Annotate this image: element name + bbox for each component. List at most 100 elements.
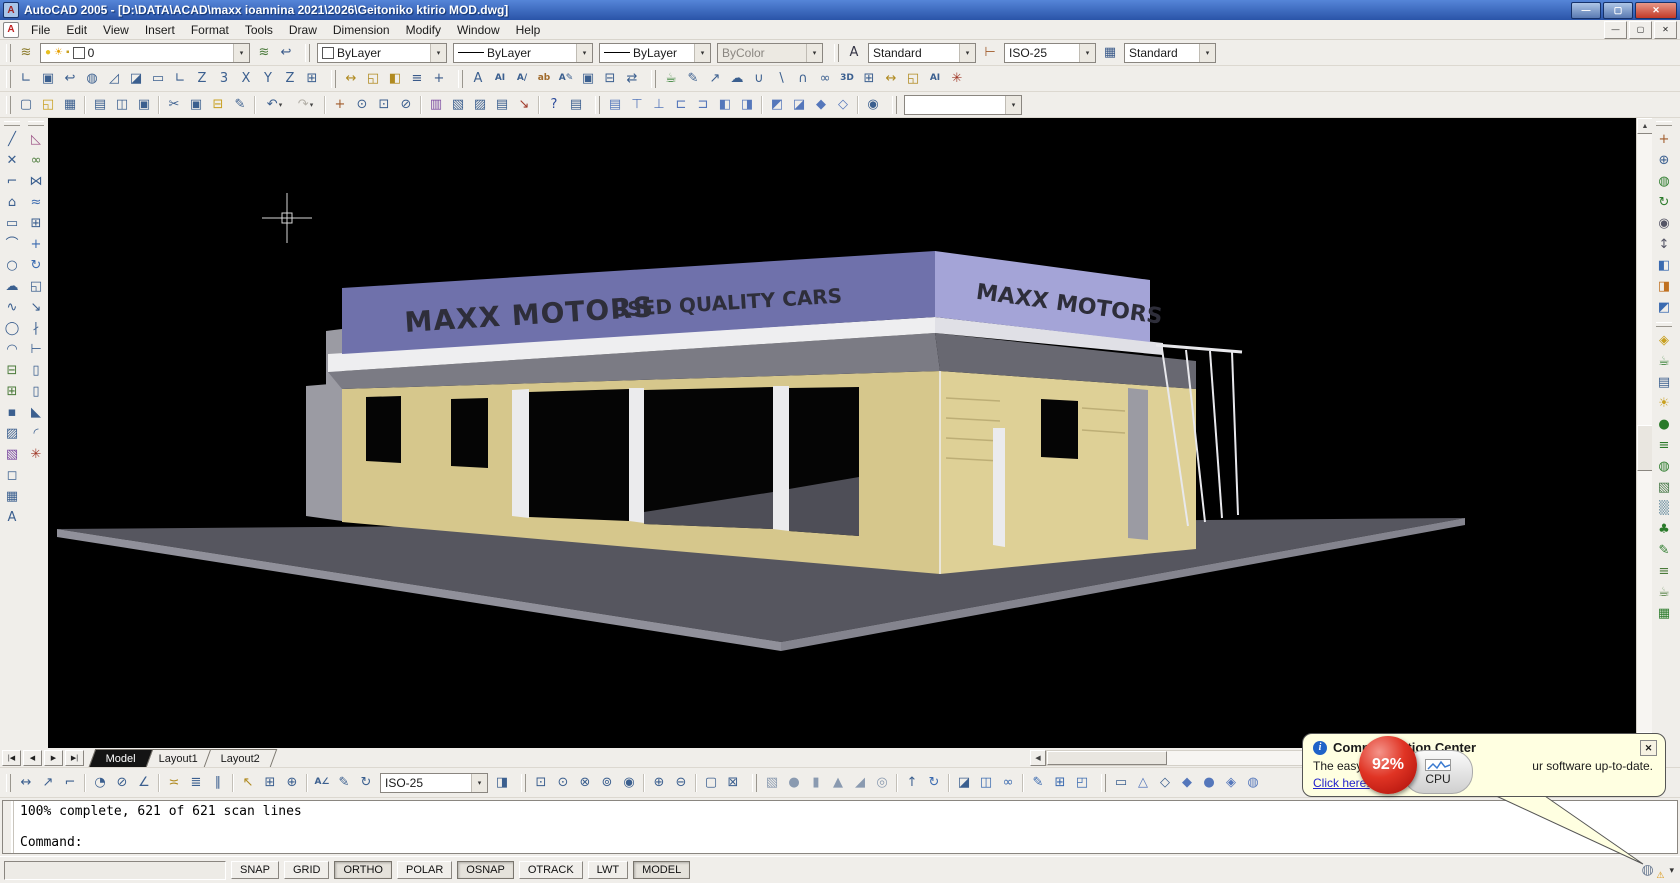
right-view-icon[interactable]: ⊐ (692, 95, 714, 115)
dim-style-manager-icon[interactable]: ⊢ (979, 43, 1001, 63)
explode-2-icon[interactable]: ✳ (25, 444, 47, 465)
named-views-icon[interactable]: ▤ (604, 95, 626, 115)
command-window-grip[interactable] (3, 801, 14, 853)
region-icon[interactable]: ◻ (1, 465, 23, 486)
publish-icon[interactable]: ▣ (133, 95, 155, 115)
vertical-scroll-thumb[interactable] (1637, 425, 1653, 471)
break-icon[interactable]: ▯ (25, 381, 47, 402)
explode-icon[interactable]: ✳ (946, 69, 968, 89)
materials-icon[interactable]: ● (1653, 414, 1675, 435)
tray-caret-icon[interactable]: ▾ (1669, 865, 1674, 876)
toolbar-grip[interactable] (28, 121, 44, 126)
status-toggle-lwt[interactable]: LWT (588, 861, 628, 879)
materials-library-icon[interactable]: ≡ (1653, 435, 1675, 456)
render-icon[interactable]: ☕ (1653, 351, 1675, 372)
revolve-icon[interactable]: ↻ (923, 773, 945, 793)
box-icon[interactable]: ▧ (761, 773, 783, 793)
make-block-icon[interactable]: ⊞ (1, 381, 23, 402)
3d-adjust-clip-planes-icon[interactable]: ◧ (1653, 255, 1675, 276)
toolbar-grip[interactable] (331, 70, 336, 88)
zoom-previous-icon[interactable]: ⊘ (395, 95, 417, 115)
dropdown-caret-icon[interactable]: ▾ (1005, 96, 1021, 114)
zoom-out-icon[interactable]: ⊖ (670, 773, 692, 793)
ellipse-arc-icon[interactable]: ◠ (1, 339, 23, 360)
help-icon[interactable]: ? (543, 95, 565, 115)
ellipse-icon[interactable]: ◯ (1, 318, 23, 339)
menu-window[interactable]: Window (449, 21, 508, 39)
back-clip-icon[interactable]: ◩ (1653, 297, 1675, 318)
horizontal-scroll-thumb[interactable] (1047, 751, 1167, 765)
open-icon[interactable]: ◱ (37, 95, 59, 115)
3d-orbit-icon[interactable]: ◍ (1653, 171, 1675, 192)
toolbar-grip[interactable] (6, 96, 11, 114)
text-style-manager-icon[interactable]: A (843, 43, 865, 63)
text-style-icon[interactable]: A✎ (555, 69, 577, 89)
3d-swivel-icon[interactable]: ◉ (1653, 213, 1675, 234)
quick-leader-icon[interactable]: ↖ (237, 773, 259, 793)
table-icon[interactable]: ▦ (1, 486, 23, 507)
zoom-realtime-icon[interactable]: ⊙ (351, 95, 373, 115)
single-line-text-icon[interactable]: AI (489, 69, 511, 89)
spline-icon[interactable]: ∿ (1, 297, 23, 318)
scenes-icon[interactable]: ▤ (1653, 372, 1675, 393)
status-toggle-model[interactable]: MODEL (633, 861, 690, 879)
zoom-center-icon[interactable]: ⊚ (596, 773, 618, 793)
list-icon[interactable]: ≡ (406, 69, 428, 89)
landscape-new-icon[interactable]: ♣ (1653, 519, 1675, 540)
flat-shaded-icon[interactable]: ◆ (1176, 773, 1198, 793)
dimension-text-edit-icon[interactable]: ✎ (333, 773, 355, 793)
zoom-in-icon[interactable]: ⊕ (648, 773, 670, 793)
doc-close-button[interactable]: ✕ (1654, 21, 1677, 39)
x-rotate-ucs-icon[interactable]: X (235, 69, 257, 89)
cone-icon[interactable]: ▲ (827, 773, 849, 793)
fillet-icon[interactable]: ◜ (25, 423, 47, 444)
named-view-combo[interactable]: ▾ (904, 95, 1022, 115)
toolbar-grip[interactable] (892, 96, 897, 114)
torus-icon[interactable]: ◎ (871, 773, 893, 793)
zoom-all-icon[interactable]: ▢ (700, 773, 722, 793)
stretch-icon[interactable]: ↘ (25, 297, 47, 318)
world-ucs-icon[interactable]: ◍ (81, 69, 103, 89)
first-tab-button[interactable]: |◀ (2, 750, 21, 766)
text-style-combo[interactable]: Standard▾ (868, 43, 976, 63)
toolbar-grip[interactable] (752, 774, 757, 792)
mass-properties-icon[interactable]: ◧ (384, 69, 406, 89)
color-control-combo[interactable]: ByLayer▾ (317, 43, 447, 63)
toolbar-grip[interactable] (305, 44, 310, 62)
tolerance-icon[interactable]: ⊞ (259, 773, 281, 793)
toolbar-grip[interactable] (6, 44, 11, 62)
landscape-edit-icon[interactable]: ✎ (1653, 540, 1675, 561)
dropdown-caret-icon[interactable]: ▾ (430, 44, 446, 62)
zoom-object-icon[interactable]: ◉ (618, 773, 640, 793)
command-text-area[interactable]: 100% complete, 621 of 621 scan lines Com… (14, 801, 1677, 853)
extrude-icon[interactable]: ↗ (704, 69, 726, 89)
status-toggle-otrack[interactable]: OTRACK (519, 861, 583, 879)
menu-tools[interactable]: Tools (237, 21, 281, 39)
offset-icon[interactable]: ≈ (25, 192, 47, 213)
se-isometric-icon[interactable]: ◪ (788, 95, 810, 115)
layer-control-combo[interactable]: ●☀▪0▾ (40, 43, 250, 63)
dimension-update-icon[interactable]: ↻ (355, 773, 377, 793)
named-ucs-icon[interactable]: ▣ (37, 69, 59, 89)
toolbar-grip[interactable] (1656, 121, 1672, 126)
ucs-previous-icon[interactable]: ↩ (59, 69, 81, 89)
toolbar-grip[interactable] (6, 70, 11, 88)
ucs-icon[interactable]: ∟ (15, 69, 37, 89)
multiline-text-icon[interactable]: A (467, 69, 489, 89)
menu-help[interactable]: Help (508, 21, 549, 39)
pan-realtime-icon[interactable]: + (329, 95, 351, 115)
revision-cloud-icon[interactable]: ☁ (1, 276, 23, 297)
face-ucs-icon[interactable]: ◪ (125, 69, 147, 89)
3d-continuous-orbit-icon[interactable]: ↻ (1653, 192, 1675, 213)
drawing-viewport[interactable]: MAXX MOTORS USED QUALITY CARS MAXX MOTOR… (48, 118, 1636, 748)
layer-previous-icon[interactable]: ↩ (275, 43, 297, 63)
dropdown-caret-icon[interactable]: ▾ (694, 44, 710, 62)
menu-dimension[interactable]: Dimension (325, 21, 398, 39)
insert-block-icon[interactable]: ⊟ (1, 360, 23, 381)
mirror-icon[interactable]: ⋈ (25, 171, 47, 192)
interfere-2-icon[interactable]: ∞ (997, 773, 1019, 793)
extrude-2-icon[interactable]: ↑ (901, 773, 923, 793)
status-toggle-snap[interactable]: SNAP (231, 861, 279, 879)
rectangle-icon[interactable]: ▭ (1, 213, 23, 234)
section-icon[interactable]: ◫ (975, 773, 997, 793)
